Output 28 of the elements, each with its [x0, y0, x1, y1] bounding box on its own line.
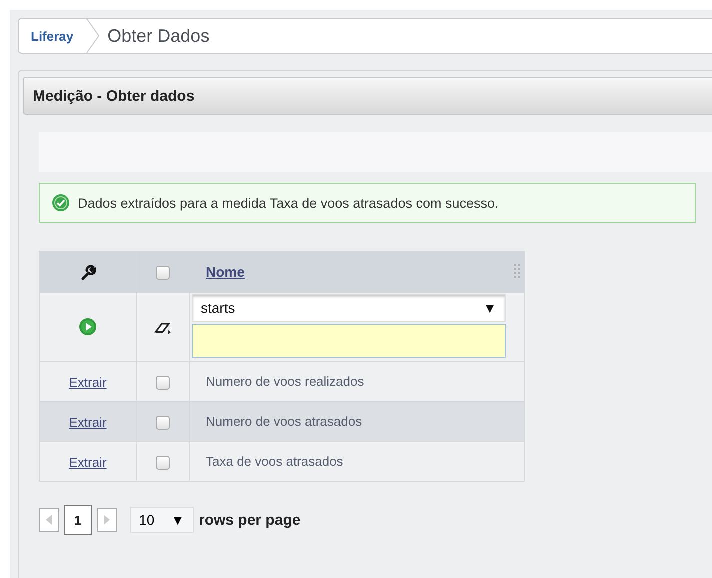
page-size-dropdown[interactable]: 10 ▼: [130, 507, 194, 533]
filter-input[interactable]: [192, 324, 506, 358]
checkbox[interactable]: [156, 416, 170, 430]
page-button[interactable]: 1: [64, 505, 92, 535]
checkbox[interactable]: [156, 376, 170, 390]
operator-dropdown[interactable]: starts ▼: [192, 294, 506, 322]
extract-link[interactable]: Extrair: [69, 414, 107, 430]
right-arrow-icon: [103, 514, 111, 526]
wrench-icon[interactable]: [80, 264, 96, 281]
column-header-link[interactable]: Nome: [206, 264, 245, 280]
table-cell: Taxa de voos atrasados: [206, 454, 344, 469]
success-message: Dados extraídos para a medida Taxa de voos atrasados com sucesso.: [78, 196, 499, 210]
extract-link[interactable]: Extrair: [69, 454, 107, 470]
play-icon[interactable]: [79, 318, 97, 336]
checkbox[interactable]: [156, 456, 170, 470]
page-title: Obter Dados: [106, 26, 210, 46]
home-link[interactable]: Liferay: [19, 28, 86, 44]
success-icon: [52, 194, 70, 212]
panel-header: Medição - Obter dados: [23, 77, 712, 115]
checkbox[interactable]: [156, 266, 170, 280]
page-size-label: rows per page: [199, 512, 301, 528]
previous-page-button[interactable]: [39, 508, 59, 532]
next-page-button[interactable]: [97, 508, 117, 532]
resize-handle-icon[interactable]: [514, 264, 520, 278]
table-cell: Numero de voos realizados: [206, 374, 364, 389]
table-cell: Numero de voos atrasados: [206, 414, 362, 429]
extract-link[interactable]: Extrair: [69, 374, 107, 390]
left-arrow-icon: [45, 514, 53, 526]
